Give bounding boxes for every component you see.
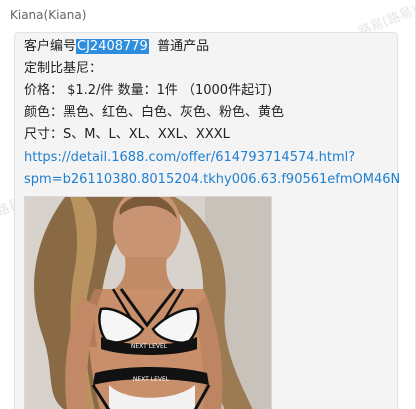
- price-line: 价格： $1.2/件 数量：1件 （1000件起订): [24, 83, 273, 98]
- custom-line: 定制比基尼：: [24, 61, 103, 76]
- chat-window: Kiana(Kiana) 路易(路易) 路易(路易) 客户编号CJ2408779…: [0, 0, 416, 409]
- bikini-bottom-band-text: NEXT LEVEL: [133, 376, 170, 383]
- colors-line: 颜色：黑色、红色、白色、灰色、粉色、黄色: [24, 105, 285, 120]
- sku-suffix: 普通产品: [148, 39, 210, 54]
- bikini-band-text: NEXT LEVEL: [131, 343, 168, 350]
- product-photo-image: NEXT LEVEL NEXT LEVEL: [25, 197, 271, 409]
- product-link[interactable]: https://detail.1688.com/offer/6147937145…: [24, 149, 355, 167]
- product-photo[interactable]: NEXT LEVEL NEXT LEVEL: [24, 196, 272, 409]
- sku-line: 客户编号CJ2408779 普通产品: [24, 38, 209, 56]
- product-link-continued[interactable]: spm=b26110380.8015204.tkhy006.63.f90561e…: [24, 171, 400, 189]
- sku-code-selected[interactable]: CJ2408779: [76, 39, 149, 54]
- sender-name: Kiana(Kiana): [10, 8, 87, 22]
- sizes-line: 尺寸：S、M、L、XL、XXL、XXXL: [24, 127, 230, 142]
- sku-prefix: 客户编号: [24, 39, 77, 54]
